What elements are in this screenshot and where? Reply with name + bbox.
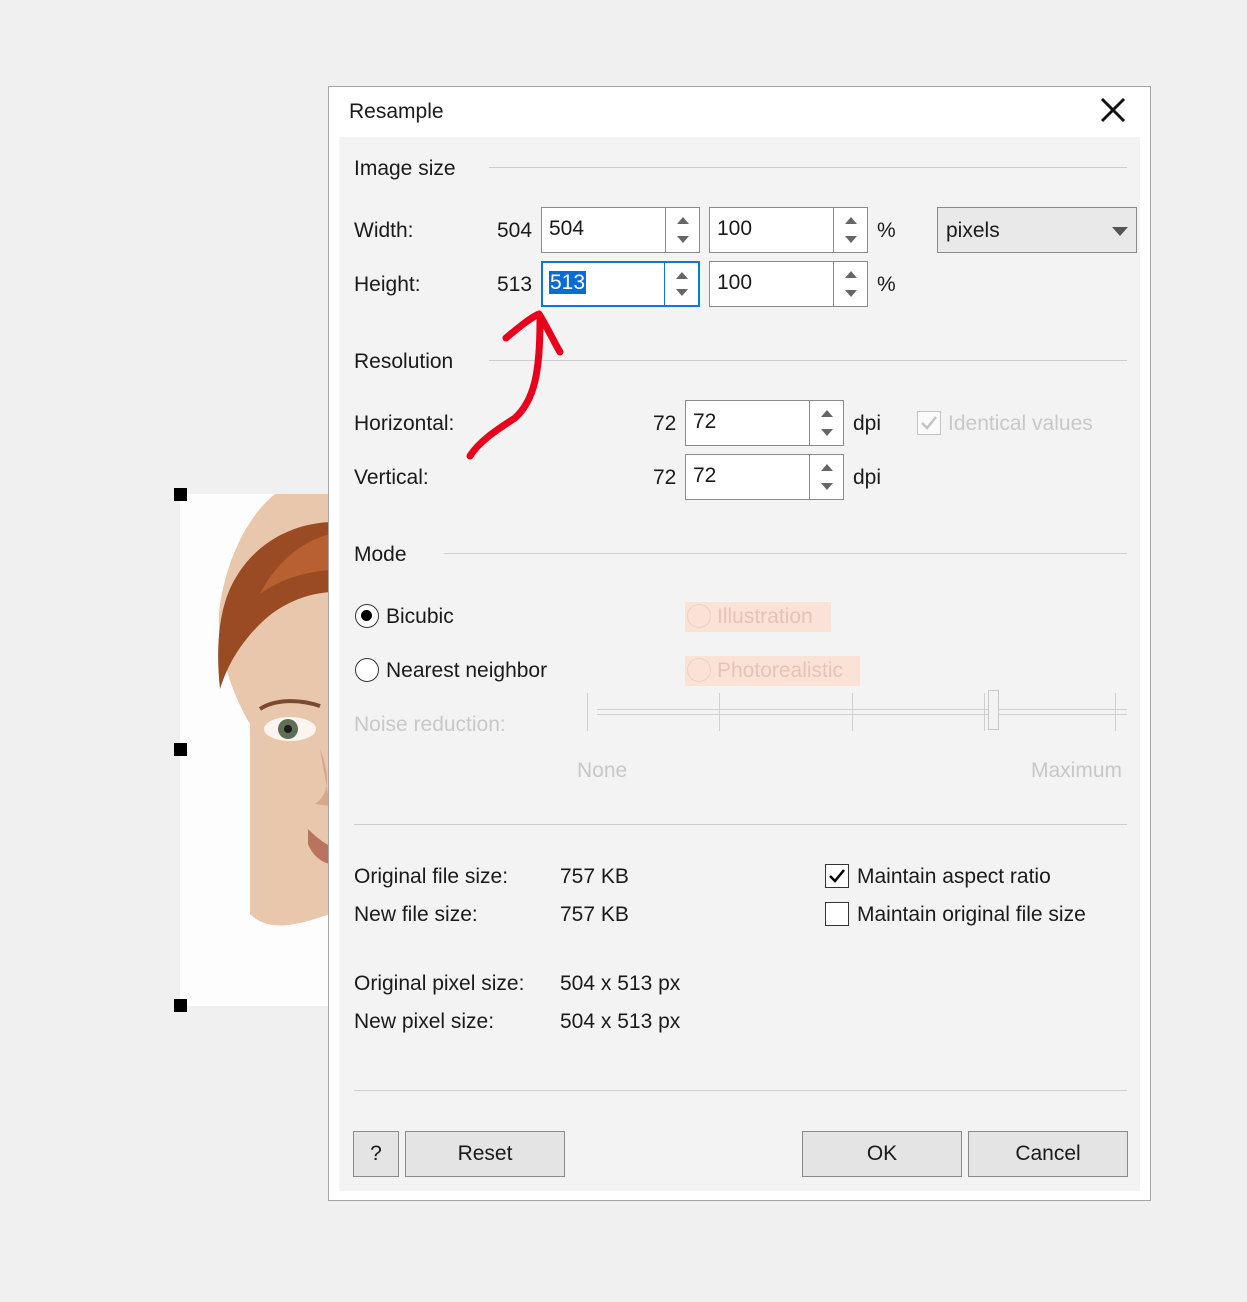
slider-thumb[interactable] xyxy=(988,690,999,730)
width-input[interactable]: 504 xyxy=(541,207,700,253)
spin-up-icon[interactable] xyxy=(676,272,688,279)
spin-down-icon[interactable] xyxy=(821,429,833,436)
canvas-image[interactable] xyxy=(180,494,330,1006)
maintain-aspect-ratio-label: Maintain aspect ratio xyxy=(857,865,1051,888)
identical-values-label: Identical values xyxy=(948,412,1093,435)
spin-down-icon[interactable] xyxy=(821,483,833,490)
new-pixel-size-label: New pixel size: xyxy=(354,1010,495,1033)
selection-handle-middle[interactable] xyxy=(174,743,187,756)
horizontal-dpi-spinner[interactable] xyxy=(809,401,843,445)
new-file-size-label: New file size: xyxy=(354,903,478,926)
slider-tick xyxy=(852,693,853,731)
maintain-aspect-ratio-checkbox[interactable] xyxy=(825,864,849,888)
width-percent-sign: % xyxy=(877,219,896,242)
checkmark-icon xyxy=(829,869,845,883)
height-percent-input[interactable]: 100 xyxy=(709,261,868,307)
title-bar: Resample xyxy=(329,87,1150,137)
vertical-dpi-unit: dpi xyxy=(853,466,882,489)
spin-down-icon[interactable] xyxy=(676,289,688,296)
cancel-button[interactable]: Cancel xyxy=(968,1131,1128,1177)
maintain-original-file-size-checkbox[interactable] xyxy=(825,902,849,926)
vertical-dpi-input[interactable]: 72 xyxy=(685,454,844,500)
slider-max-label: Maximum xyxy=(1031,759,1123,782)
selection-handle-bottom[interactable] xyxy=(174,999,187,1012)
photorealistic-radio[interactable] xyxy=(687,658,711,682)
spin-down-icon[interactable] xyxy=(845,236,857,243)
horizontal-dpi-unit: dpi xyxy=(853,412,882,435)
width-label: Width: xyxy=(354,219,414,242)
ok-button[interactable]: OK xyxy=(802,1131,962,1177)
spin-up-icon[interactable] xyxy=(845,217,857,224)
close-icon[interactable] xyxy=(1096,93,1130,127)
spin-up-icon[interactable] xyxy=(821,410,833,417)
vertical-dpi-spinner[interactable] xyxy=(809,455,843,499)
slider-tick xyxy=(719,693,720,731)
spin-down-icon[interactable] xyxy=(677,236,689,243)
section-image-size: Image size xyxy=(354,157,456,180)
original-pixel-size-label: Original pixel size: xyxy=(354,972,525,995)
slider-tick xyxy=(587,693,588,731)
height-label: Height: xyxy=(354,273,421,296)
spin-up-icon[interactable] xyxy=(845,271,857,278)
maintain-original-file-size-label: Maintain original file size xyxy=(857,903,1086,926)
selection-handle-top[interactable] xyxy=(174,488,187,501)
height-value-selected: 513 xyxy=(549,271,587,294)
new-pixel-size: 504 x 513 px xyxy=(560,1010,681,1033)
horizontal-dpi-input[interactable]: 72 xyxy=(685,400,844,446)
slider-min-label: None xyxy=(577,759,628,782)
photorealistic-label: Photorealistic xyxy=(717,659,844,682)
section-divider xyxy=(489,167,1127,168)
dialog-body: Image size Width: 504 504 100 % pixels H… xyxy=(339,137,1140,1191)
bicubic-label: Bicubic xyxy=(386,605,454,628)
width-percent-input[interactable]: 100 xyxy=(709,207,868,253)
height-percent-sign: % xyxy=(877,273,896,296)
portrait-image xyxy=(218,494,330,926)
height-spinner[interactable] xyxy=(664,263,698,305)
horizontal-label: Horizontal: xyxy=(354,412,455,435)
height-input[interactable]: 513 xyxy=(541,261,700,307)
nearest-neighbor-label: Nearest neighbor xyxy=(386,659,548,682)
section-divider xyxy=(354,824,1127,825)
dialog-title: Resample xyxy=(349,100,444,123)
unit-selected: pixels xyxy=(946,219,1000,242)
bicubic-radio[interactable] xyxy=(355,604,379,628)
original-file-size: 757 KB xyxy=(560,865,629,888)
illustration-radio[interactable] xyxy=(687,604,711,628)
section-divider xyxy=(489,360,1127,361)
chevron-down-icon xyxy=(1112,227,1128,236)
width-original: 504 xyxy=(497,219,533,242)
slider-tick xyxy=(984,693,985,731)
identical-values-checkbox[interactable] xyxy=(917,411,941,435)
illustration-label: Illustration xyxy=(717,605,813,628)
slider-tick xyxy=(1115,693,1116,731)
vertical-original: 72 xyxy=(653,466,677,489)
section-divider xyxy=(354,1090,1127,1091)
height-percent-spinner[interactable] xyxy=(833,262,867,306)
nearest-neighbor-radio[interactable] xyxy=(355,658,379,682)
height-original: 513 xyxy=(497,273,533,296)
width-spinner[interactable] xyxy=(665,208,699,252)
noise-reduction-label: Noise reduction: xyxy=(354,713,506,736)
section-resolution: Resolution xyxy=(354,350,454,373)
width-percent-spinner[interactable] xyxy=(833,208,867,252)
section-divider xyxy=(444,553,1127,554)
reset-button[interactable]: Reset xyxy=(405,1131,565,1177)
section-mode: Mode xyxy=(354,543,407,566)
spin-up-icon[interactable] xyxy=(821,464,833,471)
resample-dialog: Resample Image size Width: 504 504 100 %… xyxy=(328,86,1151,1201)
slider-track[interactable] xyxy=(597,709,1127,715)
unit-dropdown[interactable]: pixels xyxy=(937,207,1137,253)
horizontal-original: 72 xyxy=(653,412,677,435)
original-file-size-label: Original file size: xyxy=(354,865,509,888)
help-button[interactable]: ? xyxy=(353,1131,399,1177)
spin-down-icon[interactable] xyxy=(845,290,857,297)
new-file-size: 757 KB xyxy=(560,903,629,926)
checkmark-icon xyxy=(921,416,937,430)
vertical-label: Vertical: xyxy=(354,466,429,489)
original-pixel-size: 504 x 513 px xyxy=(560,972,681,995)
spin-up-icon[interactable] xyxy=(677,217,689,224)
